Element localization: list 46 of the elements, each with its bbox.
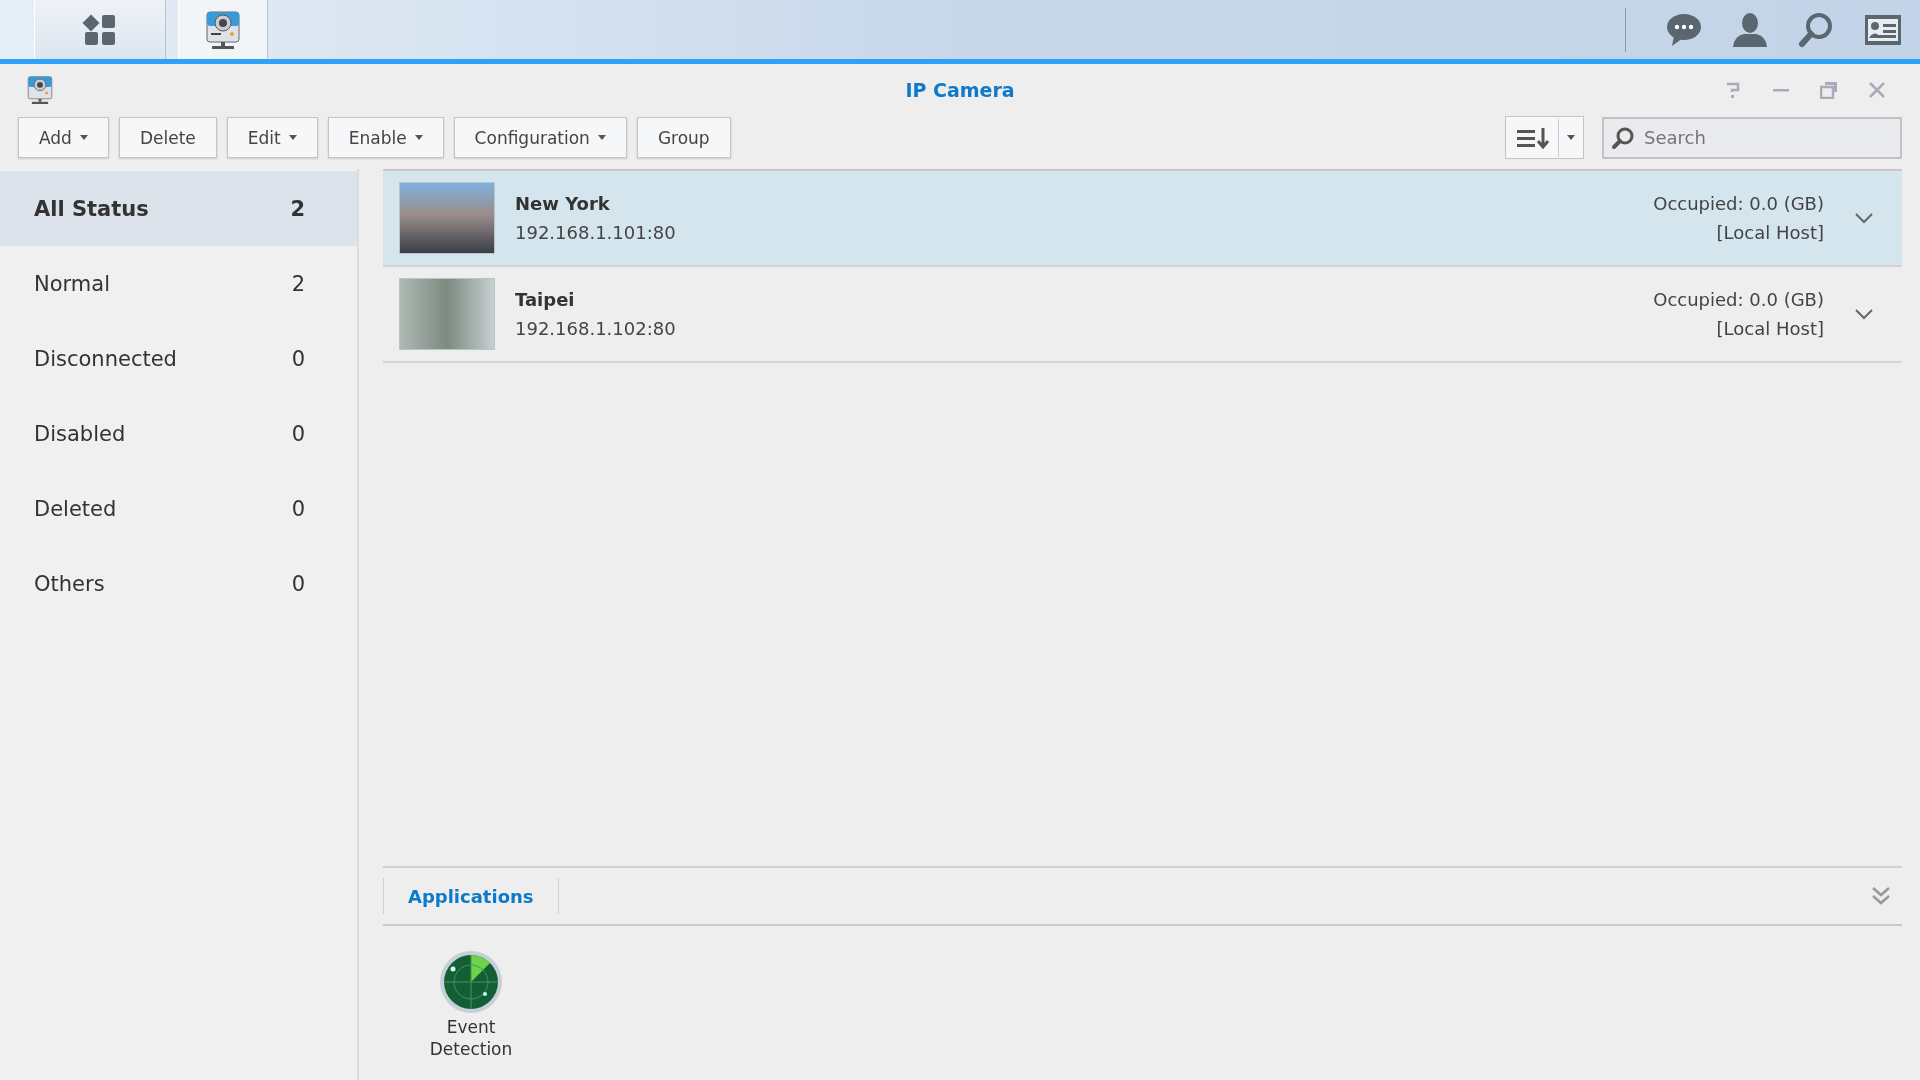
collapse-icon[interactable] [1870,885,1892,907]
camera-icon [204,9,242,50]
sidebar-item[interactable]: Disabled 0 [0,396,357,471]
main-menu-button[interactable] [34,0,166,59]
camera-name: Taipei [515,289,576,310]
id-card-icon[interactable] [1864,13,1902,46]
taskbar-app-button[interactable] [178,0,268,59]
toolbar-button[interactable]: Group [636,117,731,158]
chevron-down-icon[interactable] [1854,308,1874,320]
search-icon[interactable] [1798,11,1834,48]
camera-address: 192.168.1.102:80 [515,318,676,339]
sidebar-item[interactable]: Others 0 [0,546,357,621]
camera-row[interactable]: Taipei 192.168.1.102:80 Occupied: 0.0 (GB) [Local Host] [383,267,1902,363]
panel-tab[interactable]: Applications [383,878,559,914]
sidebar-item[interactable]: Normal 2 [0,246,357,321]
window-title: IP Camera [905,79,1015,101]
sidebar-item[interactable]: Disconnected 0 [0,321,357,396]
camera-address: 192.168.1.101:80 [515,222,676,243]
storage-occupied: Occupied: 0.0 (GB) [1653,289,1824,310]
caret-icon [79,135,88,140]
storage-occupied: Occupied: 0.0 (GB) [1653,193,1824,214]
sidebar-item[interactable]: All Status 2 [0,171,357,246]
caret-icon [1567,135,1575,140]
camera-icon [26,75,54,105]
search-field[interactable]: Search [1602,116,1902,159]
user-icon[interactable] [1732,11,1768,48]
toolbar-button[interactable]: Delete [118,117,217,158]
dropdown-button[interactable]: Edit [226,117,318,158]
chat-icon[interactable] [1666,12,1702,47]
dropdown-button[interactable]: Add [18,117,109,158]
camera-row[interactable]: New York 192.168.1.101:80 Occupied: 0.0 (GB) [Local Host] [383,171,1902,267]
search-icon [1611,125,1635,150]
dropdown-button[interactable]: Configuration [453,117,627,158]
camera-name: New York [515,193,611,214]
sort-icon [1516,126,1550,149]
caret-icon [597,135,606,140]
chevron-down-icon[interactable] [1854,212,1874,224]
sort-button[interactable] [1505,116,1584,159]
radar-icon [439,950,503,1014]
camera-host: [Local Host] [1716,318,1824,339]
sidebar-item[interactable]: Deleted 0 [0,471,357,546]
camera-host: [Local Host] [1716,222,1824,243]
dropdown-button[interactable]: Enable [327,117,444,158]
app-launcher[interactable]: Event Detection [423,950,519,1061]
caret-icon [414,135,423,140]
caret-icon [288,135,297,140]
